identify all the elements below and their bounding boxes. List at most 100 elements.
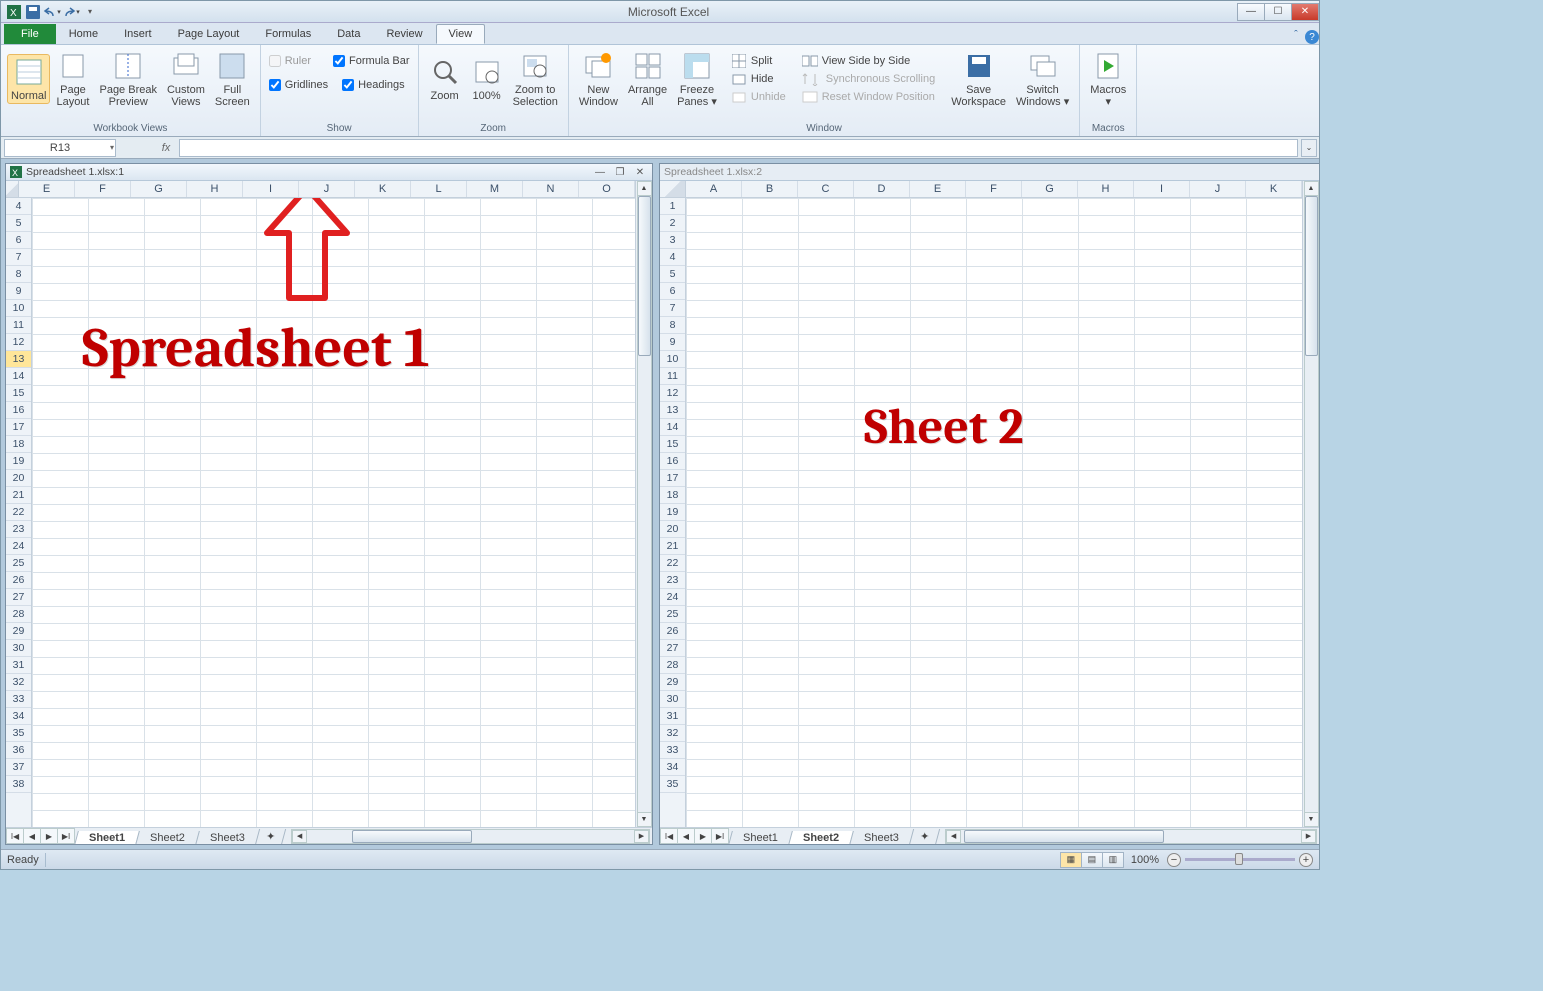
row-header[interactable]: 10	[660, 351, 685, 368]
zoom-slider[interactable]	[1185, 858, 1295, 861]
hscrollbar-2[interactable]: ◀▶	[945, 829, 1317, 844]
row-header[interactable]: 21	[6, 487, 31, 504]
column-header[interactable]: D	[854, 181, 910, 197]
column-header[interactable]: F	[75, 181, 131, 197]
tab-data[interactable]: Data	[324, 24, 373, 44]
tab-insert[interactable]: Insert	[111, 24, 165, 44]
row-header[interactable]: 31	[6, 657, 31, 674]
select-all-corner[interactable]	[6, 181, 19, 197]
row-header[interactable]: 20	[6, 470, 31, 487]
minimize-button[interactable]: —	[1237, 3, 1265, 21]
row-header[interactable]: 24	[6, 538, 31, 555]
row-headers-2[interactable]: 1234567891011121314151617181920212223242…	[660, 198, 686, 827]
row-header[interactable]: 19	[660, 504, 685, 521]
row-header[interactable]: 26	[660, 623, 685, 640]
row-header[interactable]: 4	[660, 249, 685, 266]
row-header[interactable]: 34	[6, 708, 31, 725]
row-header[interactable]: 28	[660, 657, 685, 674]
row-header[interactable]: 14	[660, 419, 685, 436]
row-header[interactable]: 28	[6, 606, 31, 623]
column-header[interactable]: I	[243, 181, 299, 197]
column-header[interactable]: G	[131, 181, 187, 197]
synchronous-scrolling-button[interactable]: Synchronous Scrolling	[798, 70, 939, 88]
page-break-preview-button[interactable]: Page Break Preview	[95, 48, 160, 110]
row-header[interactable]: 16	[6, 402, 31, 419]
row-header[interactable]: 32	[6, 674, 31, 691]
row-header[interactable]: 27	[660, 640, 685, 657]
tab-view[interactable]: View	[436, 24, 486, 44]
column-header[interactable]: J	[299, 181, 355, 197]
column-header[interactable]: J	[1190, 181, 1246, 197]
tab-home[interactable]: Home	[56, 24, 111, 44]
tab-review[interactable]: Review	[373, 24, 435, 44]
row-header[interactable]: 35	[6, 725, 31, 742]
row-header[interactable]: 6	[660, 283, 685, 300]
column-header[interactable]: G	[1022, 181, 1078, 197]
split-button[interactable]: Split	[727, 52, 790, 70]
row-header[interactable]: 34	[660, 759, 685, 776]
child-titlebar-2[interactable]: Spreadsheet 1.xlsx:2	[660, 164, 1319, 181]
row-header[interactable]: 32	[660, 725, 685, 742]
row-header[interactable]: 10	[6, 300, 31, 317]
row-header[interactable]: 30	[660, 691, 685, 708]
sheet-nav-2[interactable]: I◀◀▶▶I	[660, 828, 728, 844]
row-header[interactable]: 8	[6, 266, 31, 283]
cells-1[interactable]: Spreadsheet 1	[32, 198, 635, 827]
unhide-button[interactable]: Unhide	[727, 88, 790, 106]
child-restore-icon[interactable]: ❐	[612, 165, 628, 179]
qat-customize-icon[interactable]: ▾	[81, 3, 99, 21]
help-icon[interactable]: ?	[1305, 30, 1319, 44]
sheet-tab[interactable]: Sheet1	[728, 831, 793, 845]
row-header[interactable]: 20	[660, 521, 685, 538]
full-screen-button[interactable]: Full Screen	[211, 48, 254, 110]
select-all-corner-2[interactable]	[660, 181, 686, 197]
row-header[interactable]: 3	[660, 232, 685, 249]
row-header[interactable]: 35	[660, 776, 685, 793]
row-header[interactable]: 18	[6, 436, 31, 453]
row-header[interactable]: 24	[660, 589, 685, 606]
view-shortcut-buttons[interactable]: ▦ ▤ ▥	[1060, 852, 1123, 868]
row-header[interactable]: 8	[660, 317, 685, 334]
new-sheet-button[interactable]: ✦	[255, 829, 287, 845]
column-header[interactable]: M	[467, 181, 523, 197]
normal-view-button[interactable]: Normal	[7, 54, 50, 104]
column-header[interactable]: A	[686, 181, 742, 197]
column-headers-2[interactable]: ABCDEFGHIJK	[660, 181, 1302, 198]
row-header[interactable]: 25	[660, 606, 685, 623]
tab-page-layout[interactable]: Page Layout	[165, 24, 253, 44]
row-header[interactable]: 16	[660, 453, 685, 470]
column-headers-1[interactable]: EFGHIJKLMNO	[6, 181, 635, 198]
column-header[interactable]: E	[910, 181, 966, 197]
zoom-out-button[interactable]: −	[1167, 853, 1181, 867]
sheet-tabs-2[interactable]: Sheet1Sheet2Sheet3✦	[730, 828, 937, 845]
row-header[interactable]: 6	[6, 232, 31, 249]
column-header[interactable]: H	[1078, 181, 1134, 197]
row-header[interactable]: 19	[6, 453, 31, 470]
row-header[interactable]: 5	[6, 215, 31, 232]
row-header[interactable]: 7	[6, 249, 31, 266]
zoom-level[interactable]: 100%	[1131, 854, 1159, 866]
tab-formulas[interactable]: Formulas	[252, 24, 324, 44]
cells-2[interactable]: Sheet 2	[686, 198, 1302, 827]
column-header[interactable]: B	[742, 181, 798, 197]
row-header[interactable]: 9	[6, 283, 31, 300]
row-header[interactable]: 12	[660, 385, 685, 402]
sheet-tab[interactable]: Sheet3	[849, 831, 914, 845]
zoom-button[interactable]: Zoom	[425, 54, 465, 104]
row-header[interactable]: 29	[660, 674, 685, 691]
sheet-tab[interactable]: Sheet1	[74, 831, 140, 845]
new-window-button[interactable]: New Window	[575, 48, 622, 110]
new-sheet-button[interactable]: ✦	[909, 829, 941, 845]
column-header[interactable]: I	[1134, 181, 1190, 197]
maximize-button[interactable]: ☐	[1264, 3, 1292, 21]
row-header[interactable]: 17	[6, 419, 31, 436]
fx-icon[interactable]: fx	[153, 142, 179, 154]
formula-bar-checkbox[interactable]: Formula Bar	[331, 52, 412, 70]
sheet-tab[interactable]: Sheet2	[135, 831, 200, 845]
row-header[interactable]: 33	[6, 691, 31, 708]
zoom-to-selection-button[interactable]: Zoom to Selection	[509, 48, 562, 110]
column-header[interactable]: F	[966, 181, 1022, 197]
column-header[interactable]: K	[1246, 181, 1302, 197]
row-header[interactable]: 11	[660, 368, 685, 385]
custom-views-button[interactable]: Custom Views	[163, 48, 209, 110]
